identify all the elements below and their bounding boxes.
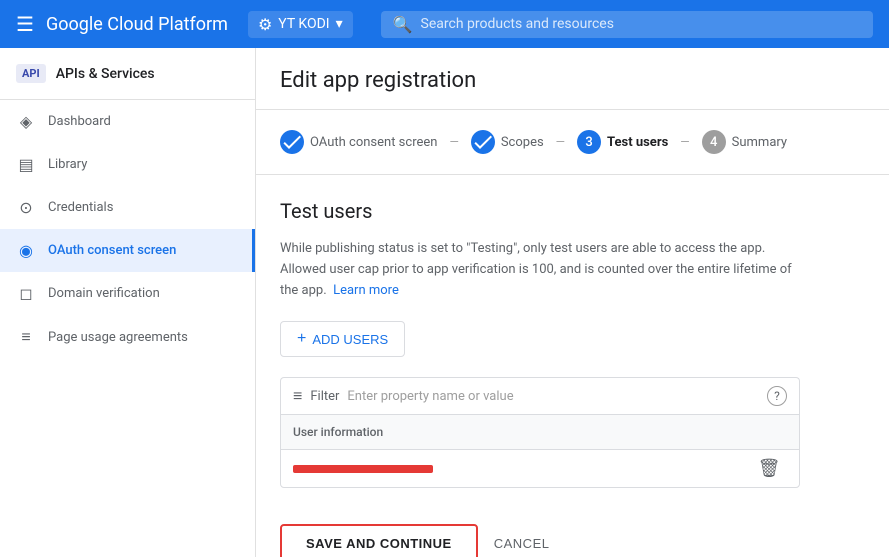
filter-row: ≡ Filter Enter property name or value ?	[280, 377, 800, 414]
sidebar-item-domain-verification[interactable]: ◻ Domain verification	[0, 272, 255, 315]
bottom-actions: SAVE AND CONTINUE CANCEL	[280, 504, 865, 557]
step-summary: 4 Summary	[702, 130, 787, 154]
sidebar-item-credentials[interactable]: ⊙ Credentials	[0, 186, 255, 229]
project-name: YT KODI	[278, 16, 329, 32]
separator-1: —	[449, 135, 458, 149]
sidebar-label-credentials: Credentials	[48, 200, 113, 215]
filter-icon: ≡	[293, 386, 302, 406]
project-dropdown-icon: ▾	[336, 16, 343, 32]
content-area: Test users While publishing status is se…	[256, 175, 889, 557]
user-info-cell	[281, 457, 739, 481]
sidebar-header: API APIs & Services	[0, 48, 255, 100]
menu-icon[interactable]: ☰	[16, 12, 34, 36]
page-usage-icon: ≡	[16, 327, 36, 347]
project-selector[interactable]: ⚙ YT KODI ▾	[248, 11, 353, 38]
sidebar-item-oauth-consent[interactable]: ◉ OAuth consent screen	[0, 229, 255, 272]
filter-left: ≡ Filter Enter property name or value	[293, 386, 514, 406]
library-icon: ▤	[16, 155, 36, 174]
step-oauth-label: OAuth consent screen	[310, 135, 437, 150]
step-test-users-label: Test users	[607, 135, 668, 150]
header-actions	[739, 415, 799, 449]
sidebar-label-library: Library	[48, 157, 87, 172]
filter-table-container: ≡ Filter Enter property name or value ? …	[280, 377, 800, 488]
delete-cell: 🗑	[739, 450, 799, 487]
step-test-users-circle: 3	[577, 130, 601, 154]
sidebar-label-page-usage: Page usage agreements	[48, 330, 188, 345]
step-summary-circle: 4	[702, 130, 726, 154]
header-user-info: User information	[281, 415, 739, 449]
domain-icon: ◻	[16, 284, 36, 303]
separator-3: —	[680, 135, 689, 149]
page-title: Edit app registration	[280, 68, 865, 93]
add-users-label: ADD USERS	[312, 332, 388, 347]
search-icon: 🔍	[393, 15, 413, 34]
sidebar: API APIs & Services ◈ Dashboard ▤ Librar…	[0, 48, 256, 557]
step-scopes-label: Scopes	[501, 135, 544, 150]
sidebar-item-dashboard[interactable]: ◈ Dashboard	[0, 100, 255, 143]
main-content: Edit app registration OAuth consent scre…	[256, 48, 889, 557]
sidebar-label-oauth: OAuth consent screen	[48, 243, 176, 258]
sidebar-header-title: APIs & Services	[56, 66, 155, 82]
sidebar-label-dashboard: Dashboard	[48, 114, 111, 129]
project-icon: ⚙	[258, 15, 272, 34]
filter-help-icon[interactable]: ?	[767, 386, 787, 406]
sidebar-label-domain: Domain verification	[48, 286, 160, 301]
section-description: While publishing status is set to "Testi…	[280, 239, 800, 301]
save-continue-button[interactable]: SAVE AND CONTINUE	[280, 524, 478, 557]
step-oauth-circle	[280, 130, 304, 154]
plus-icon: +	[297, 330, 306, 348]
add-users-button[interactable]: + ADD USERS	[280, 321, 405, 357]
sidebar-item-page-usage[interactable]: ≡ Page usage agreements	[0, 315, 255, 359]
step-scopes: Scopes	[471, 130, 544, 154]
app-layout: API APIs & Services ◈ Dashboard ▤ Librar…	[0, 48, 889, 557]
separator-2: —	[556, 135, 565, 149]
dashboard-icon: ◈	[16, 112, 36, 131]
search-placeholder: Search products and resources	[421, 16, 614, 32]
sidebar-item-library[interactable]: ▤ Library	[0, 143, 255, 186]
table-row: 🗑	[281, 450, 799, 487]
cancel-button[interactable]: CANCEL	[494, 536, 550, 551]
step-scopes-circle	[471, 130, 495, 154]
topbar: ☰ Google Cloud Platform ⚙ YT KODI ▾ 🔍 Se…	[0, 0, 889, 48]
credentials-icon: ⊙	[16, 198, 36, 217]
search-bar[interactable]: 🔍 Search products and resources	[381, 11, 873, 38]
oauth-icon: ◉	[16, 241, 36, 260]
logo-text: Google Cloud Platform	[46, 14, 228, 35]
step-oauth: OAuth consent screen	[280, 130, 437, 154]
delete-icon[interactable]: 🗑	[758, 458, 781, 479]
step-summary-label: Summary	[732, 135, 787, 150]
step-test-users: 3 Test users	[577, 130, 668, 154]
api-badge: API	[16, 64, 46, 83]
users-table: User information 🗑	[280, 414, 800, 488]
user-input-bar	[293, 465, 433, 473]
section-title: Test users	[280, 199, 865, 223]
topbar-logo: Google Cloud Platform	[46, 14, 228, 35]
filter-label: Filter	[310, 389, 339, 404]
learn-more-link[interactable]: Learn more	[333, 283, 399, 298]
filter-input[interactable]: Enter property name or value	[347, 389, 513, 404]
page-header: Edit app registration	[256, 48, 889, 110]
table-header: User information	[281, 415, 799, 450]
stepper: OAuth consent screen — Scopes — 3 Test u…	[256, 110, 889, 175]
